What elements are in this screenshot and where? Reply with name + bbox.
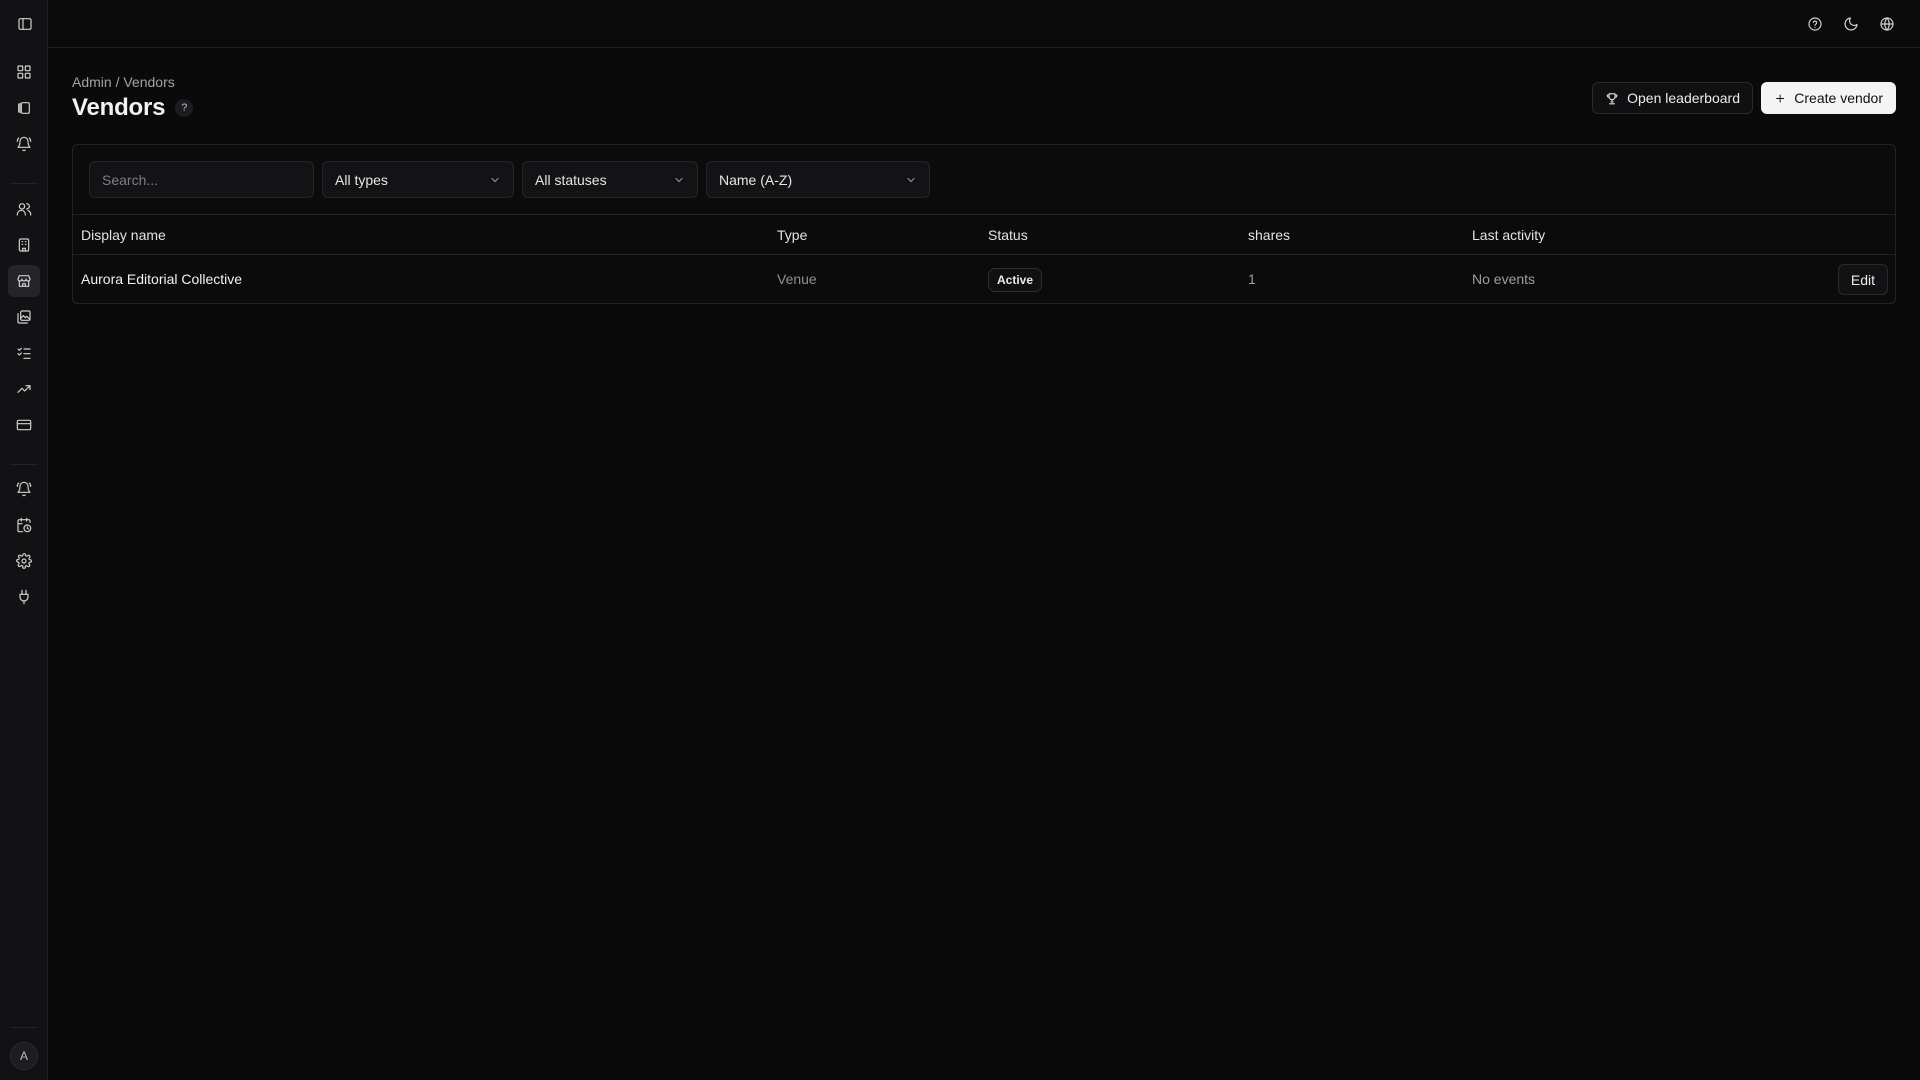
sidebar-item-analytics[interactable] [8, 373, 40, 405]
plug-icon [19, 589, 29, 605]
panel-left-icon[interactable] [14, 14, 36, 34]
sidebar-item-settings[interactable] [8, 545, 40, 577]
plus-icon [1776, 93, 1785, 103]
page-title-row: Vendors ? [72, 94, 194, 122]
sidebar-item-tasks[interactable] [8, 337, 40, 369]
chevron-down-icon [675, 177, 683, 182]
building-icon [18, 238, 30, 252]
topbar [48, 0, 1920, 48]
vendor-last-activity: No events [1472, 271, 1536, 287]
credit-card-icon [16, 419, 32, 431]
column-header-status[interactable]: Status [988, 227, 1028, 243]
status-filter-select[interactable]: All statuses [522, 161, 698, 198]
store-icon [17, 275, 31, 287]
vendor-name[interactable]: Aurora Editorial Collective [81, 271, 242, 287]
sidebar-divider [10, 1027, 38, 1028]
sidebar-item-library[interactable] [8, 92, 40, 124]
sidebar-divider [10, 464, 38, 465]
sidebar-item-vendors[interactable] [8, 265, 40, 297]
list-checks-icon [17, 347, 31, 359]
column-header-type[interactable]: Type [777, 227, 807, 243]
vendor-type: Venue [777, 271, 817, 287]
chevron-down-icon [491, 177, 499, 182]
table-header: Display name Type Status shares Last act… [73, 214, 1895, 255]
sidebar-item-notifications[interactable] [8, 473, 40, 505]
sidebar-item-dashboard[interactable] [8, 56, 40, 88]
table-row[interactable]: Aurora Editorial Collective Venue Active… [73, 255, 1895, 304]
images-icon [17, 310, 31, 324]
page-help-button[interactable]: ? [175, 99, 194, 117]
column-header-display-name[interactable]: Display name [81, 227, 166, 243]
library-icon [18, 102, 30, 114]
vendor-shares: 1 [1248, 271, 1256, 287]
breadcrumb-separator: / [115, 74, 120, 90]
chevron-down-icon [907, 177, 915, 182]
app-root: A Admin / Vendors Vendors ? Open leaderb… [0, 0, 1920, 1080]
calendar-clock-icon [17, 517, 32, 533]
sidebar-item-media[interactable] [8, 301, 40, 333]
type-filter-select[interactable]: All types [322, 161, 514, 198]
sort-value: Name (A-Z) [719, 171, 793, 188]
sidebar-item-users[interactable] [8, 193, 40, 225]
edit-vendor-button[interactable]: Edit [1837, 264, 1888, 295]
dashboard-icon [17, 65, 31, 79]
breadcrumb-current: Vendors [123, 74, 175, 90]
settings-icon [16, 553, 32, 569]
create-vendor-label: Create vendor [1794, 90, 1883, 106]
bell-ring-icon [16, 136, 32, 152]
sidebar-item-integrations[interactable] [8, 581, 40, 613]
status-cell: Active [988, 268, 1043, 292]
bell-ring-icon [16, 481, 32, 497]
column-header-last-activity[interactable]: Last activity [1472, 227, 1545, 243]
search-input[interactable] [89, 161, 314, 198]
breadcrumb-admin[interactable]: Admin [72, 74, 112, 90]
open-leaderboard-button[interactable]: Open leaderboard [1592, 82, 1753, 114]
page-title: Vendors [72, 94, 166, 121]
sidebar-item-billing[interactable] [8, 409, 40, 441]
moon-icon[interactable] [1840, 14, 1862, 34]
sidebar: A [0, 0, 48, 1080]
status-filter-value: All statuses [535, 171, 607, 188]
status-badge: Active [988, 268, 1043, 292]
globe-icon[interactable] [1876, 14, 1898, 34]
breadcrumb: Admin / Vendors [72, 74, 175, 90]
sort-select[interactable]: Name (A-Z) [706, 161, 930, 198]
trending-up-icon [17, 385, 31, 393]
vendors-table: Display name Type Status shares Last act… [73, 214, 1895, 304]
sidebar-item-organizations[interactable] [8, 229, 40, 261]
sidebar-item-alerts[interactable] [8, 128, 40, 160]
type-filter-value: All types [335, 171, 388, 188]
sidebar-divider [10, 183, 38, 184]
trophy-icon [1606, 92, 1618, 104]
avatar[interactable]: A [10, 1042, 38, 1070]
sidebar-item-schedule[interactable] [8, 509, 40, 541]
help-circle-icon[interactable] [1804, 14, 1826, 34]
column-header-shares[interactable]: shares [1248, 227, 1290, 243]
open-leaderboard-label: Open leaderboard [1627, 90, 1740, 106]
users-icon [16, 203, 32, 216]
create-vendor-button[interactable]: Create vendor [1761, 82, 1896, 114]
vendors-card: All types All statuses Name (A-Z) Displa… [72, 144, 1896, 304]
